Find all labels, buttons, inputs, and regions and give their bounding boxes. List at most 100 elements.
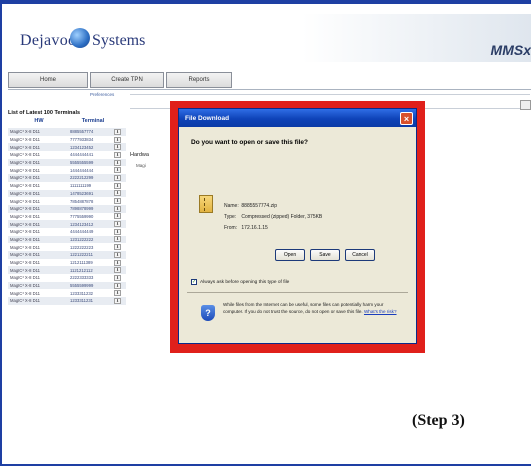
terminal-id[interactable]: 8885557774 [70, 129, 114, 134]
brand-title: MMSx [490, 42, 531, 58]
terminal-row[interactable]: MagIC³ X-8 D11 1233311231 ⬇ [8, 297, 126, 305]
terminal-row[interactable]: MagIC³ X-8 D11 1234123412 ⬇ [8, 220, 126, 228]
open-button[interactable]: Open [275, 249, 305, 261]
tab-reports[interactable]: Reports [166, 72, 232, 88]
terminal-id[interactable]: 2222333333 [70, 275, 114, 280]
terminal-row[interactable]: MagIC³ X-8 D11 2222333333 ⬇ [8, 274, 126, 282]
terminal-row[interactable]: MagIC³ X-8 D11 4444444449 ⬇ [8, 228, 126, 236]
terminal-row[interactable]: MagIC³ X-8 D11 5555599999 ⬇ [8, 281, 126, 290]
terminal-row[interactable]: MagIC³ X-8 D11 2222212299 ⬇ [8, 174, 126, 182]
download-icon[interactable]: ⬇ [114, 213, 121, 220]
download-icon[interactable]: ⬇ [114, 236, 121, 243]
terminal-row[interactable]: MagIC³ X-8 D11 5555555599 ⬇ [8, 158, 126, 167]
terminal-id[interactable]: 1121212112 [70, 268, 114, 273]
hardware-label: Hardwa [130, 152, 149, 158]
terminal-row[interactable]: MagIC³ X-8 D11 1444444444 ⬇ [8, 166, 126, 174]
terminal-row[interactable]: MagIC³ X-8 D11 1111111199 ⬇ [8, 182, 126, 190]
download-icon[interactable]: ⬇ [114, 190, 121, 197]
shield-icon: ? [201, 305, 215, 321]
terminal-hw: MagIC³ X-8 D11 [10, 298, 40, 304]
always-ask-label: Always ask before opening this type of f… [200, 279, 290, 285]
preferences-link[interactable]: Preferences [90, 92, 114, 97]
dialog-titlebar[interactable]: File Download × [179, 109, 416, 127]
download-icon[interactable]: ⬇ [114, 159, 121, 166]
globe-logo-icon [70, 28, 90, 48]
download-icon[interactable]: ⬇ [114, 144, 121, 151]
terminal-row[interactable]: MagIC³ X-8 D11 7777933834 ⬇ [8, 136, 126, 144]
download-icon[interactable]: ⬇ [114, 244, 121, 251]
terminal-id[interactable]: 7777933834 [70, 137, 114, 142]
download-icon[interactable]: ⬇ [114, 182, 121, 189]
terminal-id[interactable]: 1233311232 [70, 291, 114, 296]
terminal-id[interactable]: 1231222222 [70, 237, 114, 242]
download-icon[interactable]: ⬇ [114, 151, 121, 158]
terminal-row[interactable]: MagIC³ X-8 D11 7898878999 ⬇ [8, 204, 126, 213]
terminal-row[interactable]: MagIC³ X-8 D11 8885557774 ⬇ [8, 128, 126, 136]
download-icon[interactable]: ⬇ [114, 274, 121, 281]
terminal-id[interactable]: 5555555599 [70, 160, 114, 165]
download-icon[interactable]: ⬇ [114, 290, 121, 297]
download-icon[interactable]: ⬇ [114, 205, 121, 212]
terminal-row[interactable]: MagIC³ X-8 D11 1212111389 ⬇ [8, 259, 126, 267]
terminal-id[interactable]: 7775559990 [70, 214, 114, 219]
terminal-id[interactable]: 1111111199 [70, 183, 114, 188]
terminal-id[interactable]: 1234123452 [70, 145, 114, 150]
terminal-row[interactable]: MagIC³ X-8 D11 7775559990 ⬇ [8, 213, 126, 221]
nav-bar: Home Create TPN Reports [8, 72, 234, 88]
tab-home[interactable]: Home [8, 72, 88, 88]
terminal-id[interactable]: 1478523691 [70, 191, 114, 196]
terminal-id[interactable]: 1212111389 [70, 260, 114, 265]
download-icon[interactable]: ⬇ [114, 267, 121, 274]
download-icon[interactable]: ⬇ [114, 136, 121, 143]
download-icon[interactable]: ⬇ [114, 198, 121, 205]
download-icon[interactable]: ⬇ [114, 228, 121, 235]
terminal-id[interactable]: 4444444449 [70, 229, 114, 234]
terminal-row[interactable]: MagIC³ X-8 D11 4444444441 ⬇ [8, 151, 126, 159]
terminal-row[interactable]: MagIC³ X-8 D11 1221222211 ⬇ [8, 251, 126, 259]
download-icon[interactable]: ⬇ [114, 251, 121, 258]
download-icon[interactable]: ⬇ [114, 259, 121, 266]
download-icon[interactable]: ⬇ [114, 297, 121, 304]
terminal-row[interactable]: MagIC³ X-8 D11 1231222222 ⬇ [8, 235, 126, 244]
terminal-row[interactable]: MagIC³ X-8 D11 1233311232 ⬇ [8, 289, 126, 297]
terminal-list-header: HW Terminal [8, 118, 126, 126]
terminal-id[interactable]: 1221222211 [70, 252, 114, 257]
terminal-id[interactable]: 1233311231 [70, 298, 114, 303]
save-button[interactable]: Save [310, 249, 340, 261]
download-icon[interactable]: ⬇ [114, 128, 121, 135]
terminal-hw: MagIC³ X-8 D11 [10, 198, 40, 204]
column-header-hw: HW [34, 118, 44, 124]
hardware-subitem[interactable]: Magi [136, 163, 146, 168]
terminal-id[interactable]: 1444444444 [70, 168, 114, 173]
terminal-row[interactable]: MagIC³ X-8 D11 1222222223 ⬇ [8, 243, 126, 251]
terminal-id[interactable]: 4444444441 [70, 152, 114, 157]
name-label: Name: [224, 203, 239, 209]
terminal-id[interactable]: 2222212299 [70, 175, 114, 180]
terminal-id[interactable]: 1234123412 [70, 222, 114, 227]
close-icon[interactable]: × [400, 111, 413, 125]
terminal-row[interactable]: MagIC³ X-8 D11 1478523691 ⬇ [8, 189, 126, 198]
file-download-dialog: File Download × Do you want to open or s… [178, 108, 417, 344]
terminal-row[interactable]: MagIC³ X-8 D11 1121212112 ⬇ [8, 266, 126, 275]
tab-create-tpn[interactable]: Create TPN [90, 72, 164, 88]
logo-text-systems: Systems [92, 32, 146, 49]
download-icon[interactable]: ⬇ [114, 174, 121, 181]
content-divider [130, 94, 530, 95]
terminal-id[interactable]: 7898878999 [70, 206, 114, 211]
terminal-id[interactable]: 5555599999 [70, 283, 114, 288]
terminal-hw: MagIC³ X-8 D11 [10, 206, 40, 212]
edge-button[interactable] [520, 100, 531, 110]
terminal-id[interactable]: 7854887878 [70, 199, 114, 204]
download-icon[interactable]: ⬇ [114, 167, 121, 174]
terminal-hw: MagIC³ X-8 D11 [10, 137, 40, 143]
download-icon[interactable]: ⬇ [114, 282, 121, 289]
risk-link[interactable]: What's the risk? [364, 309, 397, 314]
download-icon[interactable]: ⬇ [114, 221, 121, 228]
terminal-hw: MagIC³ X-8 D11 [10, 213, 40, 219]
always-ask-checkbox[interactable]: ✓ [191, 279, 197, 285]
terminal-id[interactable]: 1222222223 [70, 245, 114, 250]
terminal-row[interactable]: MagIC³ X-8 D11 1234123452 ⬇ [8, 143, 126, 152]
terminal-hw: MagIC³ X-8 D11 [10, 229, 40, 235]
terminal-row[interactable]: MagIC³ X-8 D11 7854887878 ⬇ [8, 197, 126, 205]
cancel-button[interactable]: Cancel [345, 249, 375, 261]
